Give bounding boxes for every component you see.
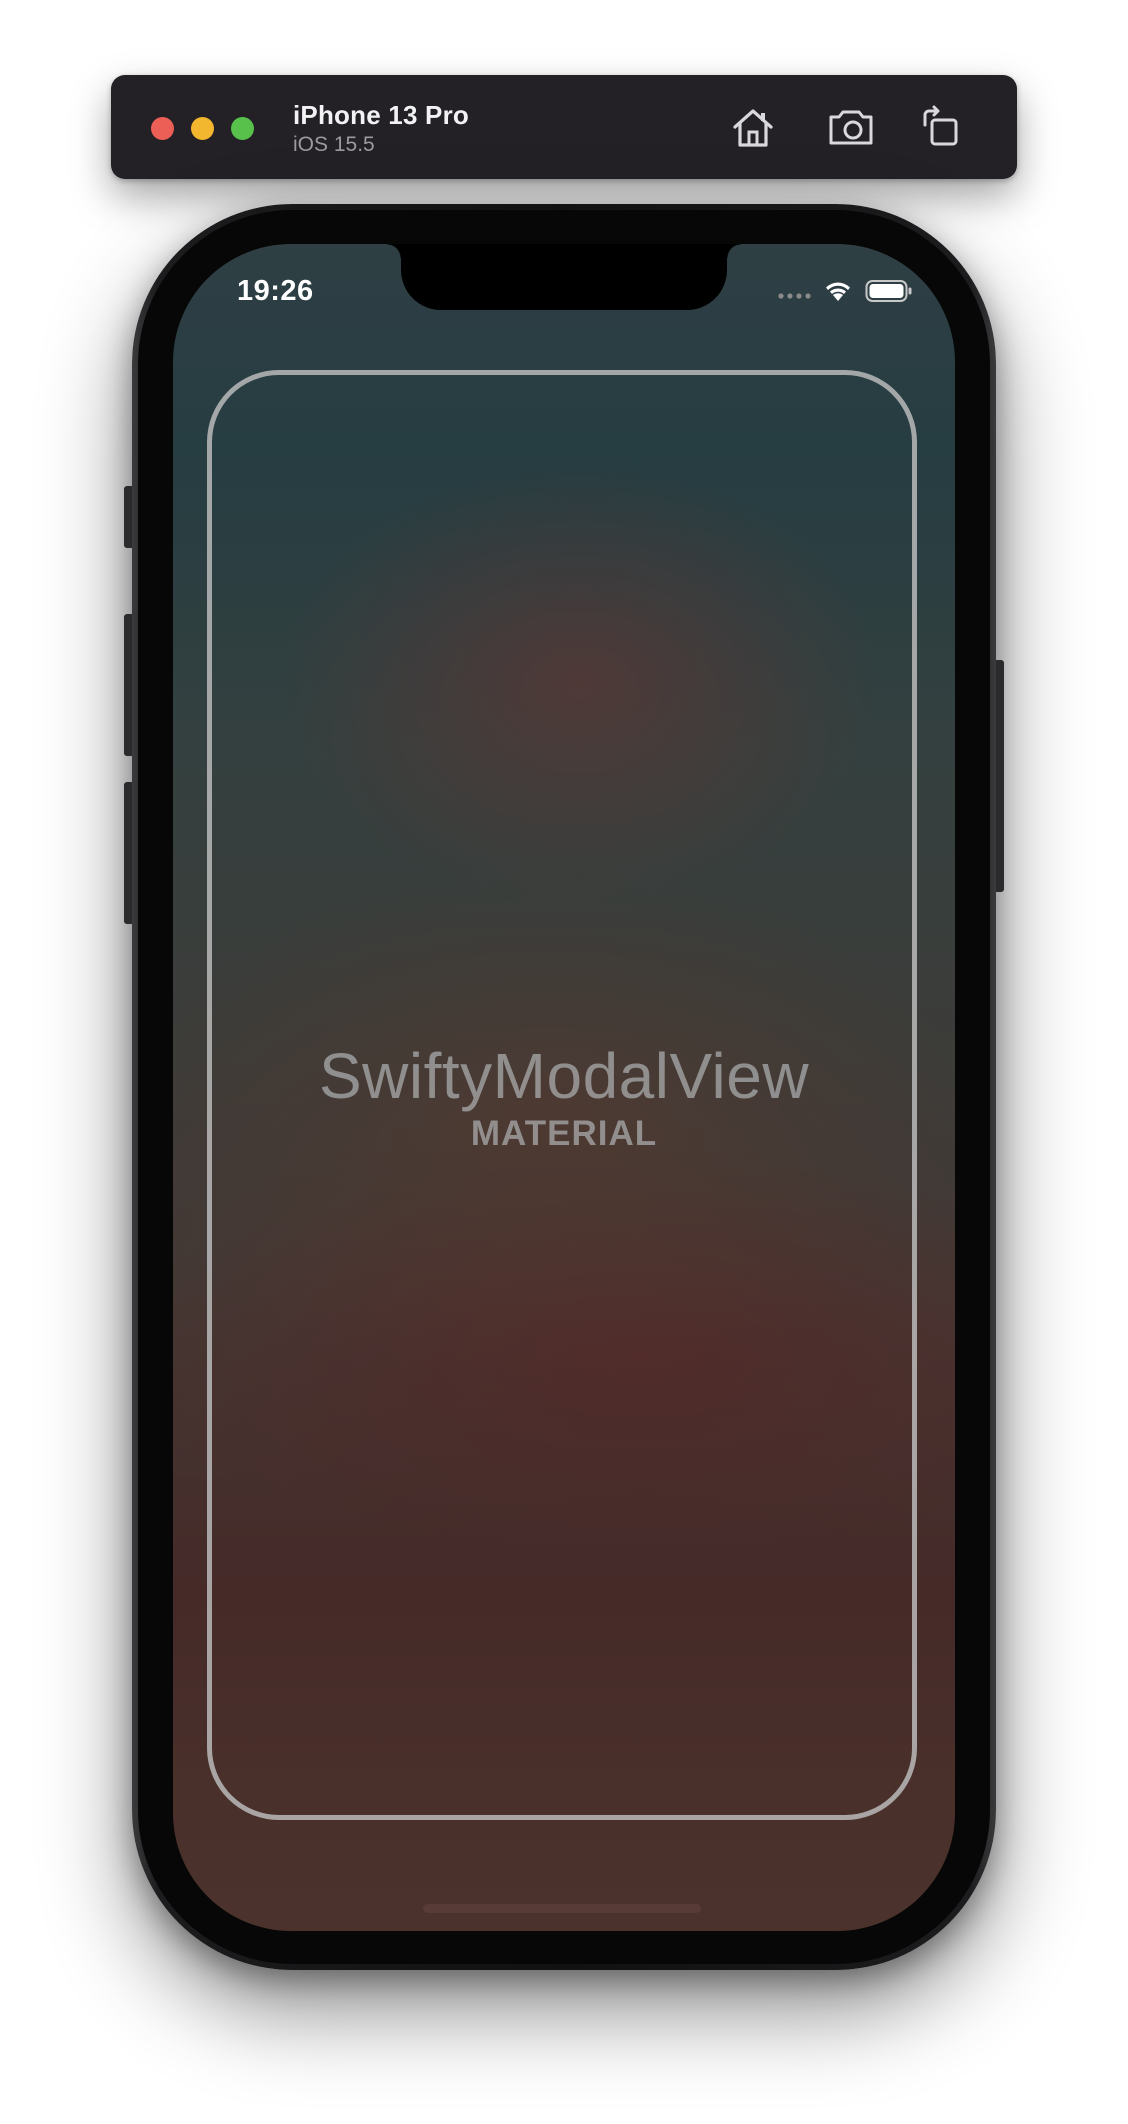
app-title: SwiftyModalView [318, 1040, 810, 1112]
home-icon[interactable] [729, 103, 777, 151]
battery-icon [865, 280, 912, 302]
close-window-button[interactable] [151, 117, 174, 140]
wifi-icon [826, 282, 850, 301]
zoom-window-button[interactable] [231, 117, 254, 140]
rotate-icon[interactable] [917, 103, 965, 151]
status-time: 19:26 [237, 275, 314, 307]
app-subtitle: MATERIAL [470, 1114, 658, 1153]
device-name: iPhone 13 Pro [293, 100, 469, 130]
minimize-window-button[interactable] [191, 117, 214, 140]
cellular-signal-icon [778, 293, 811, 299]
notch [387, 244, 741, 310]
home-indicator[interactable] [423, 1904, 701, 1913]
screenshot-icon[interactable] [827, 103, 875, 151]
simulator-toolbar: iPhone 13 Pro iOS 15.5 [111, 75, 1017, 179]
device-os-version: iOS 15.5 [293, 133, 375, 156]
device-screen[interactable]: 19:26 SwiftyModalView MATERIAL [173, 244, 955, 1931]
